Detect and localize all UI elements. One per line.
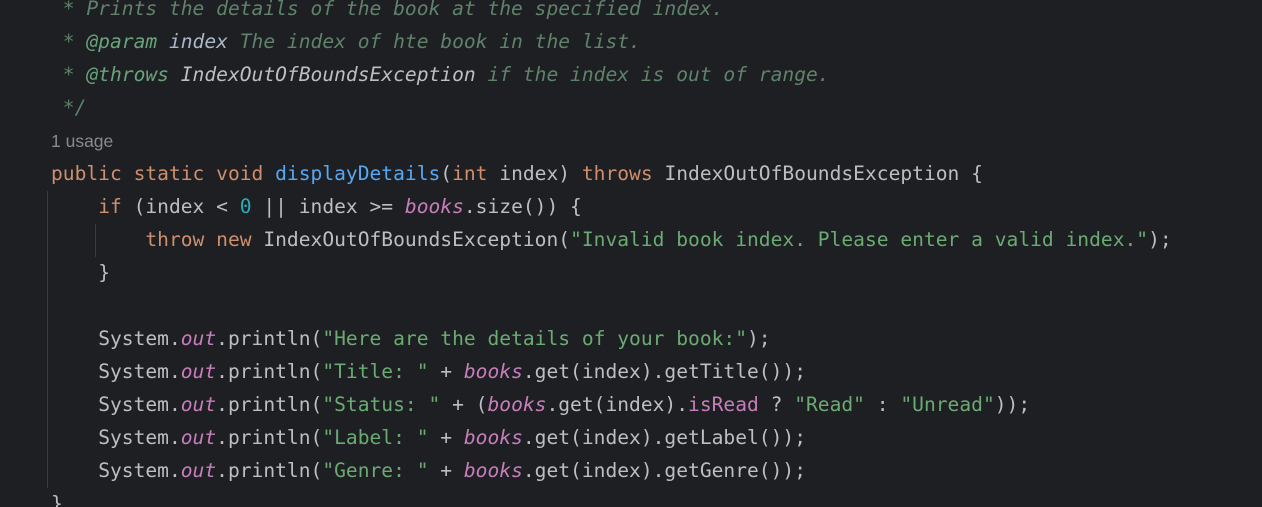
- code-line-println[interactable]: System.out.println("Label: " + books.get…: [51, 421, 806, 454]
- doc-comment-line[interactable]: * @throws IndexOutOfBoundsException if t…: [51, 58, 830, 91]
- keyword-void: void: [216, 162, 264, 185]
- string-literal: "Title: ": [322, 360, 429, 383]
- indent-guide-method: [47, 191, 48, 488]
- keyword-public: public: [51, 162, 122, 185]
- string-literal: "Here are the details of your book:": [322, 327, 747, 350]
- code-line-println[interactable]: System.out.println("Here are the details…: [51, 322, 771, 355]
- keyword-throws: throws: [581, 162, 653, 185]
- statement-end: );: [1148, 228, 1172, 251]
- doc-comment-line[interactable]: */: [51, 91, 87, 124]
- receiver-system: System.: [98, 327, 181, 350]
- static-field-out[interactable]: out: [181, 327, 216, 350]
- code-line-println[interactable]: System.out.println("Genre: " + books.get…: [51, 454, 806, 487]
- code-line-signature[interactable]: public static void displayDetails(int in…: [51, 157, 983, 190]
- doc-text: if the index is out of range.: [487, 63, 830, 86]
- doc-comment-line[interactable]: * Prints the details of the book at the …: [51, 0, 724, 25]
- code-line-println[interactable]: System.out.println("Status: " + (books.g…: [51, 388, 1030, 421]
- method-call: .println(: [216, 459, 323, 482]
- receiver-system: System.: [98, 360, 181, 383]
- doc-text: Prints the details of the book at the sp…: [86, 0, 724, 20]
- string-literal: "Invalid book index. Please enter a vali…: [570, 228, 1149, 251]
- condition-end: .size()) {: [463, 195, 582, 218]
- usages-hint[interactable]: 1 usage: [51, 125, 113, 158]
- operator-ternary: ?: [758, 393, 795, 416]
- operator-plus: +: [428, 426, 464, 449]
- doc-close: */: [51, 96, 87, 119]
- static-field-out[interactable]: out: [181, 459, 216, 482]
- doc-prefix: *: [51, 63, 87, 86]
- code-line-if[interactable]: if (index < 0 || index >= books.size()) …: [51, 190, 582, 223]
- paren-open: (: [440, 162, 453, 185]
- brace-close: }: [98, 261, 110, 284]
- brace-close: }: [51, 492, 63, 507]
- keyword-new: new: [216, 228, 252, 251]
- exception-type[interactable]: IndexOutOfBoundsException: [664, 162, 959, 185]
- keyword-if: if: [98, 195, 122, 218]
- static-field-books[interactable]: books: [487, 393, 546, 416]
- string-literal-read: "Read": [794, 393, 865, 416]
- operator-plus: +: [428, 360, 464, 383]
- receiver-system: System.: [98, 393, 181, 416]
- exception-constructor[interactable]: IndexOutOfBoundsException(: [263, 228, 570, 251]
- static-field-books[interactable]: books: [464, 459, 523, 482]
- statement-end: .get(index).getLabel());: [522, 426, 806, 449]
- operator-colon: :: [864, 393, 901, 416]
- doc-exception-name: IndexOutOfBoundsException: [180, 63, 476, 86]
- method-call: .println(: [216, 327, 323, 350]
- static-field-books[interactable]: books: [464, 360, 523, 383]
- doc-param-name: index: [168, 30, 228, 53]
- statement-end: ));: [994, 393, 1031, 416]
- string-literal: "Genre: ": [322, 459, 429, 482]
- receiver-system: System.: [98, 459, 181, 482]
- doc-prefix: *: [51, 0, 87, 20]
- doc-tag: @throws: [86, 63, 169, 86]
- number-literal: 0: [239, 195, 252, 218]
- receiver-system: System.: [98, 426, 181, 449]
- static-field-books[interactable]: books: [405, 195, 464, 218]
- param-index: index: [487, 162, 559, 185]
- method-call: .println(: [216, 360, 323, 383]
- static-field-out[interactable]: out: [181, 393, 216, 416]
- instance-field-isread[interactable]: isRead: [688, 393, 759, 416]
- code-line-close-method[interactable]: }: [51, 487, 63, 507]
- keyword-int: int: [452, 162, 488, 185]
- condition-start: (index <: [133, 195, 240, 218]
- doc-comment-line[interactable]: * @param index The index of hte book in …: [51, 25, 641, 58]
- method-name[interactable]: displayDetails: [275, 162, 440, 185]
- method-call-get: .get(index).: [546, 393, 689, 416]
- doc-tag: @param: [86, 30, 158, 53]
- static-field-out[interactable]: out: [181, 360, 216, 383]
- operator-plus: +: [428, 459, 464, 482]
- code-line-close-if[interactable]: }: [51, 256, 110, 289]
- paren-close: ): [558, 162, 571, 185]
- string-literal: "Status: ": [322, 393, 441, 416]
- statement-end: .get(index).getGenre());: [522, 459, 806, 482]
- string-literal-unread: "Unread": [900, 393, 995, 416]
- keyword-throw: throw: [145, 228, 205, 251]
- statement-end: .get(index).getTitle());: [522, 360, 806, 383]
- method-call: .println(: [216, 426, 323, 449]
- operator-plus: + (: [440, 393, 488, 416]
- code-line-println[interactable]: System.out.println("Title: " + books.get…: [51, 355, 806, 388]
- code-editor[interactable]: * Prints the details of the book at the …: [0, 0, 1262, 507]
- static-field-out[interactable]: out: [181, 426, 216, 449]
- condition-mid: || index >=: [251, 195, 405, 218]
- doc-prefix: *: [51, 30, 87, 53]
- statement-end: );: [747, 327, 771, 350]
- code-line-throw[interactable]: throw new IndexOutOfBoundsException("Inv…: [51, 223, 1172, 256]
- doc-text: The index of hte book in the list.: [239, 30, 641, 53]
- string-literal: "Label: ": [322, 426, 429, 449]
- keyword-static: static: [133, 162, 205, 185]
- brace-open: {: [971, 162, 983, 185]
- method-call: .println(: [216, 393, 323, 416]
- static-field-books[interactable]: books: [464, 426, 523, 449]
